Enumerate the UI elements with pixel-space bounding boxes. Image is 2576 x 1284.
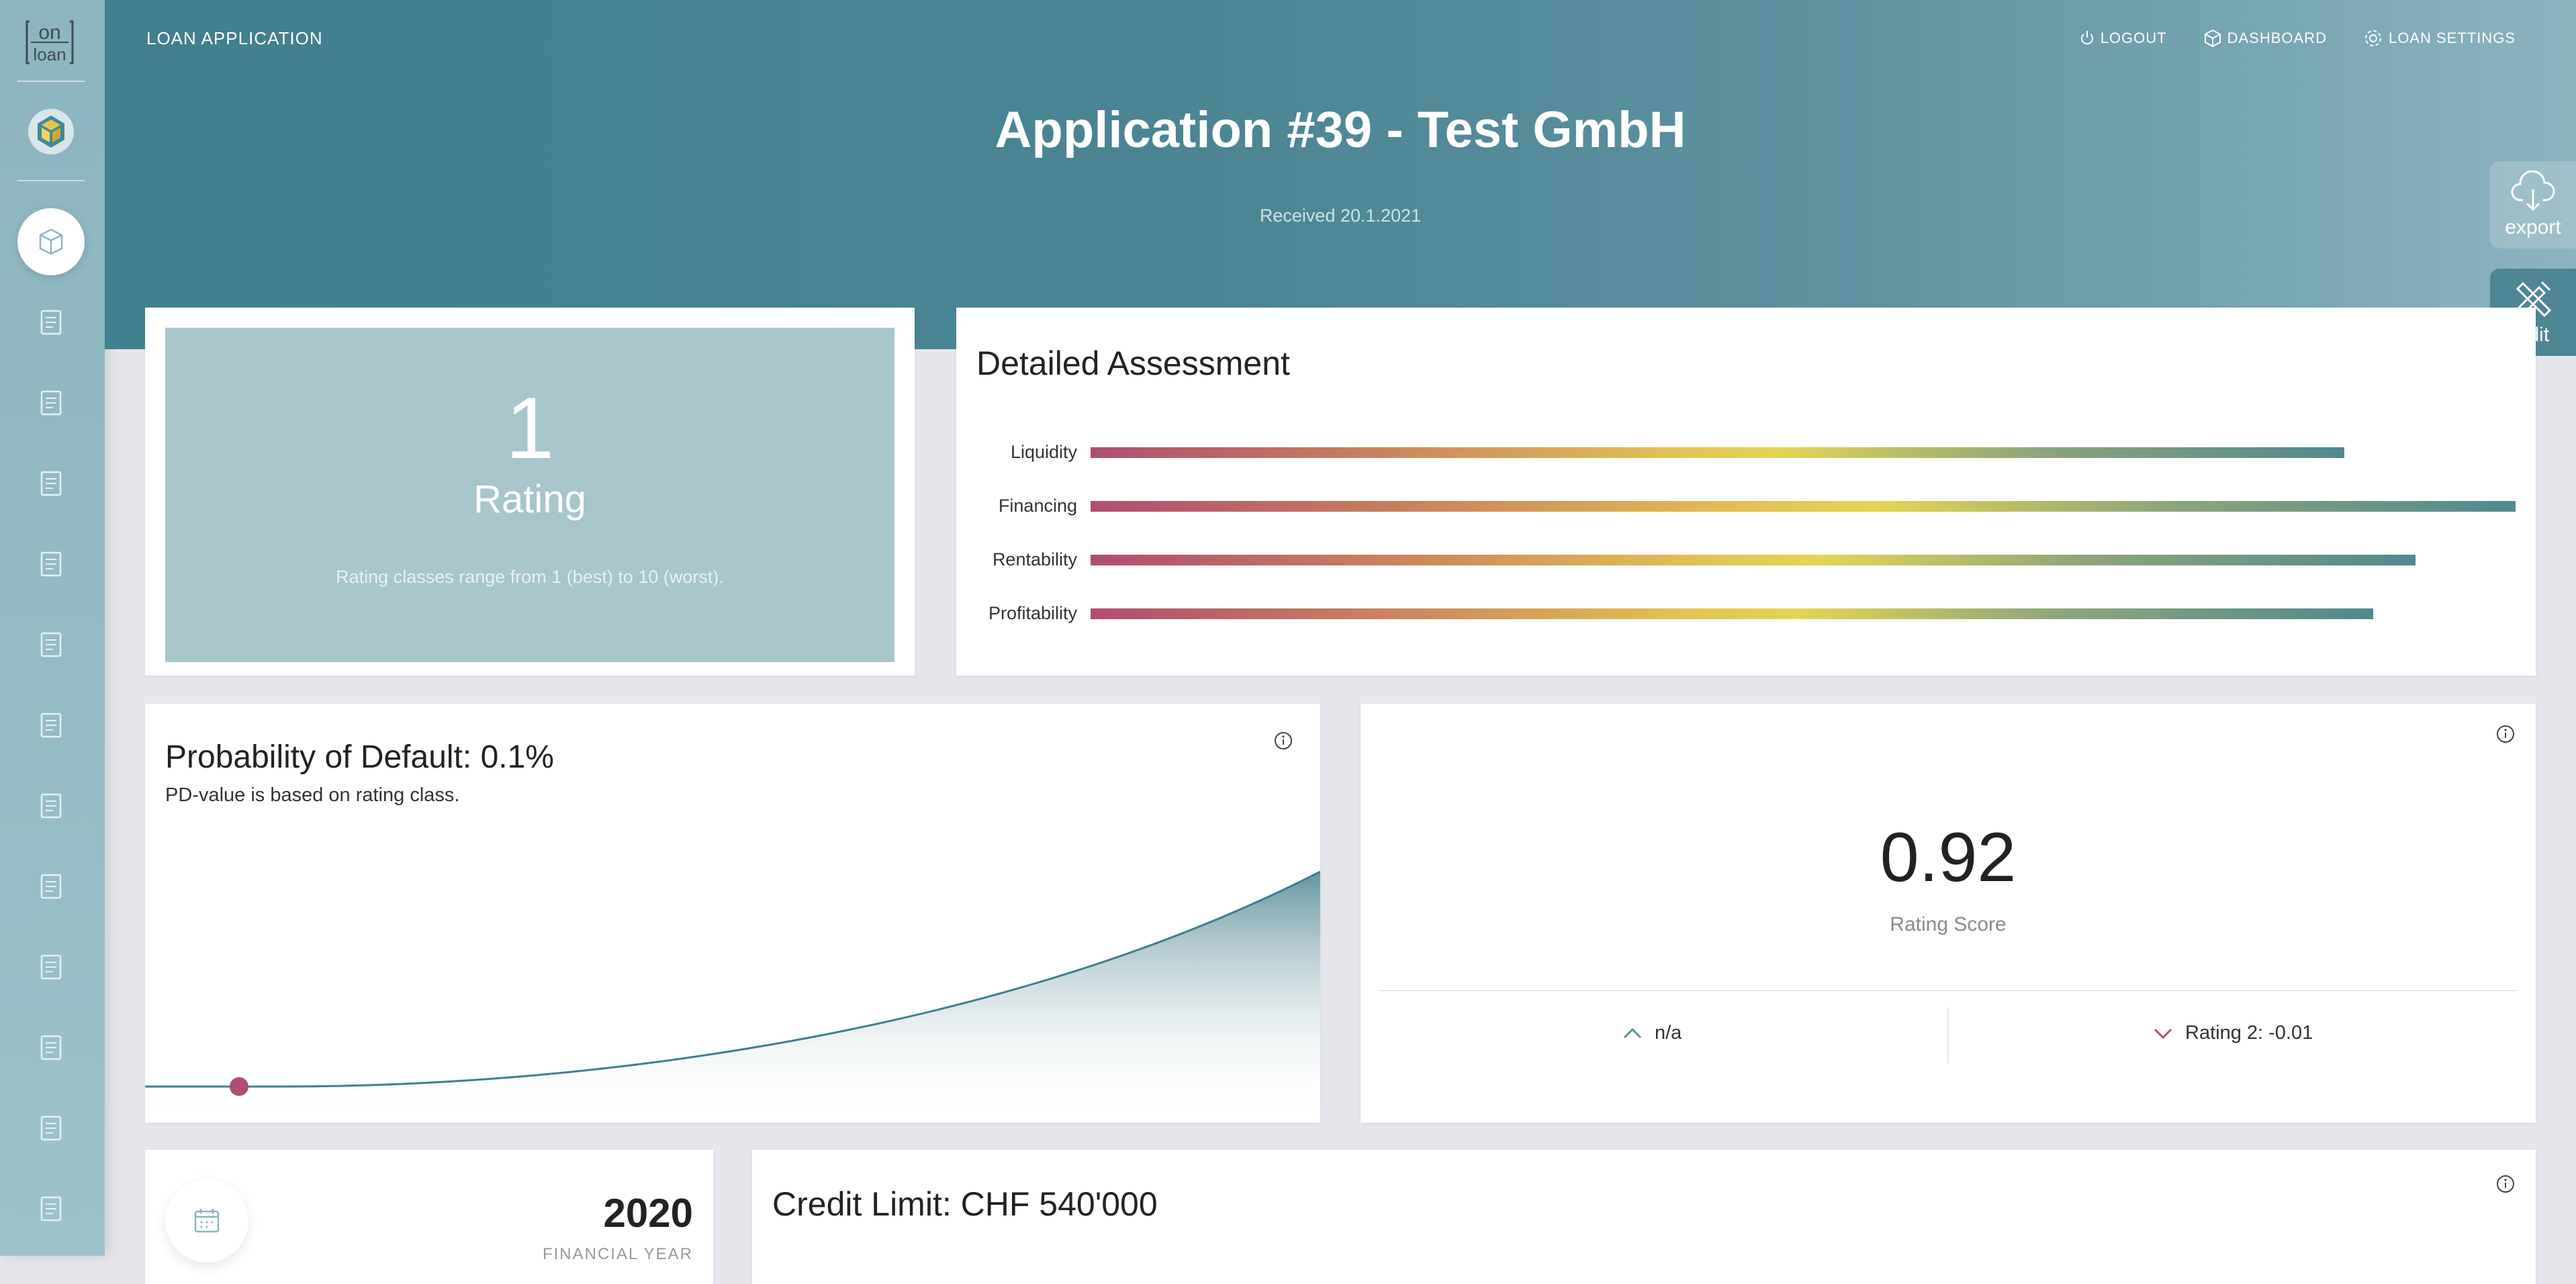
gear-icon: [2364, 30, 2381, 46]
sidebar-item-document[interactable]: [38, 952, 64, 982]
pd-curve-chart: [145, 870, 1320, 1123]
assessment-row: Rentability: [956, 549, 2536, 569]
calendar-icon: [194, 1209, 220, 1233]
received-date: Received 20.1.2021: [1259, 205, 1422, 226]
assessment-bar: [1091, 608, 2373, 619]
sidebar-item-document[interactable]: [38, 388, 64, 418]
loan-settings-label: LOAN SETTINGS: [2388, 30, 2516, 46]
document-icon: [40, 1035, 62, 1060]
document-icon: [40, 713, 62, 738]
upper-rating-stat: n/a: [1622, 1022, 1682, 1044]
rating-score-value: 0.92: [1880, 819, 2017, 897]
rating-card: 1 Rating Rating classes range from 1 (be…: [145, 308, 915, 676]
lower-rating-stat: Rating 2: -0.01: [2153, 1022, 2313, 1044]
document-icon: [40, 310, 62, 335]
page-title: Application #39 - Test GmbH: [995, 101, 1686, 158]
document-icon: [40, 471, 62, 496]
rating-panel: 1 Rating Rating classes range from 1 (be…: [165, 328, 894, 662]
assessment-label: Rentability: [992, 549, 1077, 569]
assessment-label: Profitability: [988, 603, 1077, 623]
assessment-bar: [1091, 447, 2344, 458]
power-icon: [2080, 31, 2093, 45]
document-icon: [40, 632, 62, 657]
probability-of-default-card: Probability of Default: 0.1% PD-value is…: [145, 704, 1320, 1123]
sidebar-item-document[interactable]: [38, 1033, 64, 1062]
cube-badge-icon[interactable]: [27, 107, 75, 156]
credit-limit-title: Credit Limit: CHF 540'000: [772, 1185, 1158, 1223]
assessment-label: Financing: [998, 496, 1077, 516]
financial-year-value: 2020: [603, 1191, 693, 1236]
rating-score-card: 0.92 Rating Score n/a Rating 2: -0.01: [1361, 704, 2536, 1123]
logout-label: LOGOUT: [2100, 30, 2167, 46]
logout-link[interactable]: LOGOUT: [2079, 28, 2167, 48]
sidebar-item-document[interactable]: [38, 1113, 64, 1143]
rating-value: 1: [505, 379, 555, 477]
document-icon: [40, 1196, 62, 1222]
pd-marker: [230, 1077, 248, 1096]
assessment-row: Financing: [956, 496, 2536, 516]
upper-rating-value: n/a: [1655, 1022, 1682, 1044]
assessment-bar: [1091, 501, 2516, 512]
sidebar-item-dashboard[interactable]: [17, 208, 85, 275]
assessment-bar: [1091, 555, 2416, 565]
sidebar-item-document[interactable]: [38, 630, 64, 659]
sidebar-item-document[interactable]: [38, 710, 64, 740]
rating-label: Rating: [473, 477, 586, 521]
document-icon: [40, 1115, 62, 1141]
svg-text:loan: loan: [33, 44, 66, 64]
assessment-title: Detailed Assessment: [976, 345, 1290, 382]
sidebar: on loan: [0, 0, 105, 1256]
sidebar-divider: [17, 180, 85, 181]
loan-settings-link[interactable]: LOAN SETTINGS: [2363, 28, 2516, 48]
cloud-download-icon: [2511, 171, 2555, 212]
cube-icon: [39, 228, 63, 255]
assessment-row: Profitability: [956, 603, 2536, 623]
chevron-up-icon: [1623, 1027, 1642, 1038]
document-icon: [40, 874, 62, 899]
lower-rating-value: Rating 2: -0.01: [2185, 1022, 2313, 1044]
sidebar-divider: [17, 81, 85, 82]
top-navigation: LOGOUT DASHBOARD LOAN SETTINGS: [2079, 28, 2516, 48]
assessment-row: Liquidity: [956, 442, 2536, 462]
info-icon[interactable]: [2495, 1174, 2516, 1194]
document-icon: [40, 793, 62, 819]
sidebar-item-document[interactable]: [38, 308, 64, 337]
document-icon: [40, 954, 62, 980]
export-button[interactable]: export: [2490, 161, 2576, 248]
export-label: export: [2505, 216, 2561, 238]
credit-limit-card: Credit Limit: CHF 540'000: [752, 1150, 2536, 1284]
info-icon[interactable]: [2495, 724, 2516, 744]
sidebar-item-document[interactable]: [38, 469, 64, 498]
financial-year-card: 2020 FINANCIAL YEAR: [145, 1150, 713, 1284]
rating-score-label: Rating Score: [1890, 913, 2007, 935]
financial-year-label: FINANCIAL YEAR: [542, 1245, 693, 1263]
document-icon: [40, 551, 62, 577]
page-header: LOAN APPLICATION LOGOUT DASHBOARD LOAN S…: [105, 0, 2576, 349]
onloan-logo[interactable]: on loan: [26, 19, 74, 66]
svg-text:on: on: [38, 21, 60, 44]
calendar-button[interactable]: [165, 1179, 248, 1263]
detailed-assessment-card: Detailed Assessment Liquidity Financing Re…: [956, 308, 2536, 676]
dashboard-label: DASHBOARD: [2227, 30, 2327, 46]
cube-icon: [2204, 29, 2221, 48]
app-label: LOAN APPLICATION: [146, 28, 323, 48]
divider: [1381, 990, 2516, 991]
divider: [1947, 1007, 1949, 1064]
sidebar-item-document[interactable]: [38, 1194, 64, 1224]
document-icon: [40, 390, 62, 416]
sidebar-item-document[interactable]: [38, 872, 64, 901]
sidebar-item-document[interactable]: [38, 549, 64, 579]
chevron-down-icon: [2154, 1028, 2172, 1039]
dashboard-link[interactable]: DASHBOARD: [2203, 28, 2327, 48]
sidebar-item-document[interactable]: [38, 791, 64, 821]
rating-note: Rating classes range from 1 (best) to 10…: [336, 567, 724, 587]
assessment-label: Liquidity: [1010, 442, 1077, 462]
